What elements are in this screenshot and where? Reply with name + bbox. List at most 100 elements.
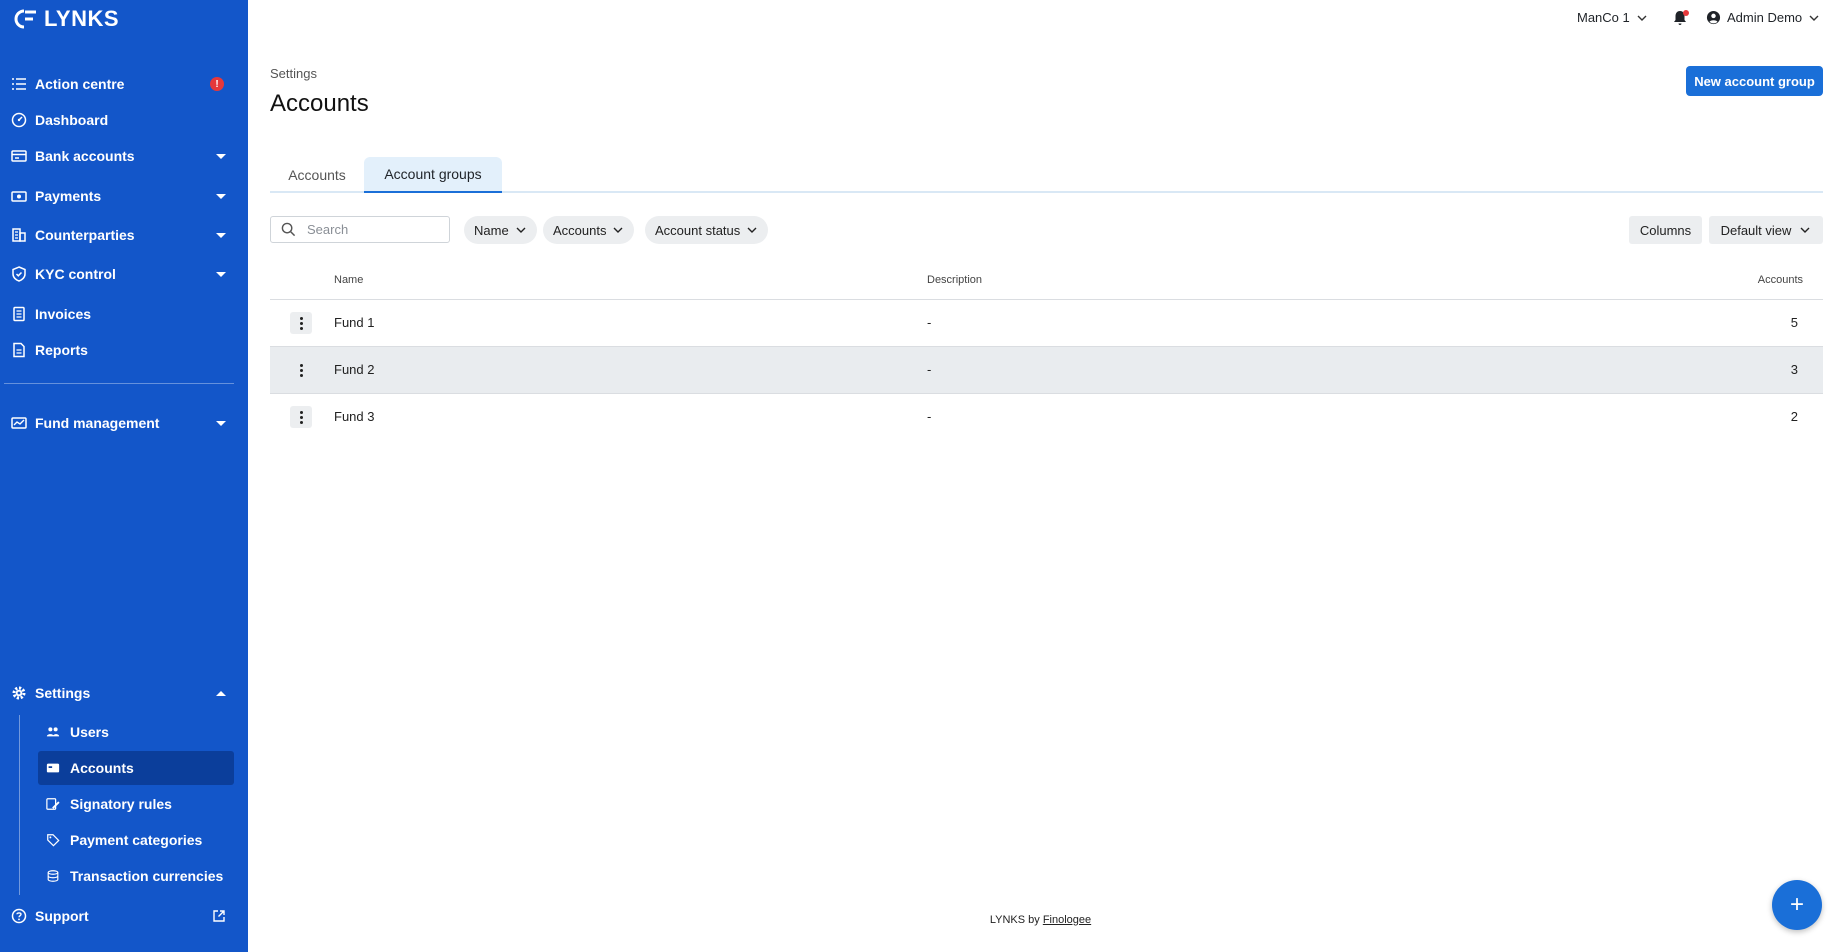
brand-name: LYNKS [44,6,120,31]
buildings-icon [10,226,28,244]
users-icon [45,724,61,740]
sidebar-subitem-label: Users [70,724,109,740]
sidebar-item-invoices[interactable]: Invoices [0,298,248,330]
chevron-down-icon[interactable] [216,191,226,201]
sidebar-item-label: Action centre [35,76,125,92]
table-row[interactable]: Fund 1 - 5 [270,300,1823,347]
sidebar-item-label: Invoices [35,306,92,322]
column-header-accounts[interactable]: Accounts [1758,274,1803,286]
footer-text: LYNKS by [989,914,1040,926]
alert-badge: ! [210,77,224,91]
signature-icon [45,796,61,812]
columns-button[interactable]: Columns [1629,216,1702,244]
cell-name: Fund 3 [334,409,375,424]
columns-label: Columns [1639,222,1692,238]
add-fab-button[interactable]: + [1772,880,1822,930]
money-icon [10,187,28,205]
company-switcher[interactable]: ManCo 1 [1577,10,1648,25]
filter-label: Account status [655,222,741,238]
sidebar-item-label: Dashboard [35,112,109,128]
gear-icon [10,684,28,702]
filter-name[interactable]: Name [464,216,537,244]
cell-description: - [927,315,932,330]
user-name: Admin Demo [1727,10,1803,25]
sidebar-item-label: KYC control [35,266,116,282]
chevron-up-icon[interactable] [216,688,226,698]
search-input[interactable] [307,220,445,239]
table-row[interactable]: Fund 3 - 2 [270,394,1823,441]
bank-card-icon [10,147,28,165]
filter-label: Name [474,222,509,238]
notification-dot [1683,10,1689,16]
finologee-link[interactable]: Finologee [1043,914,1091,926]
submenu-line [19,715,20,895]
column-header-description[interactable]: Description [927,274,982,286]
fund-icon [10,414,28,432]
chevron-down-icon[interactable] [216,230,226,240]
sidebar-item-label: Fund management [35,415,160,431]
view-label: Default view [1720,222,1792,238]
sidebar-subitem-label: Transaction currencies [70,868,224,884]
row-menu-icon[interactable] [290,359,312,381]
sidebar-item-bank-accounts[interactable]: Bank accounts [0,140,248,172]
user-avatar-icon [1706,10,1721,25]
sidebar-item-fund-management[interactable]: Fund management [0,407,248,439]
sidebar-item-counterparties[interactable]: Counterparties [0,219,248,251]
filter-accounts[interactable]: Accounts [543,216,635,244]
list-check-icon [10,75,28,93]
row-menu-icon[interactable] [290,406,312,428]
sidebar-item-payments[interactable]: Payments [0,180,248,212]
column-header-name[interactable]: Name [334,274,363,286]
row-menu-icon[interactable] [290,312,312,334]
sidebar-item-label: Reports [35,342,88,358]
user-menu[interactable]: Admin Demo [1706,10,1820,25]
sidebar: LYNKS Action centre ! Dashboard Bank acc… [0,0,248,952]
filter-label: Accounts [553,222,607,238]
company-name: ManCo 1 [1577,10,1630,25]
sidebar-subitem-accounts[interactable]: Accounts [38,751,234,785]
lynks-logo-icon [14,9,36,29]
sidebar-item-dashboard[interactable]: Dashboard [0,104,248,136]
sidebar-item-reports[interactable]: Reports [0,334,248,366]
sidebar-item-kyc-control[interactable]: KYC control [0,258,248,290]
tab-account-groups[interactable]: Account groups [364,157,502,193]
chevron-down-icon[interactable] [216,269,226,279]
tag-icon [45,832,61,848]
chevron-down-icon [747,227,757,233]
chevron-down-icon [1809,15,1819,21]
cell-accounts: 2 [1790,409,1798,424]
search-box [270,216,450,243]
sidebar-item-label: Bank accounts [35,148,135,164]
sidebar-subitem-label: Accounts [70,760,134,776]
chevron-down-icon [1800,227,1810,233]
table-row[interactable]: Fund 2 - 3 [270,347,1823,394]
view-select[interactable]: Default view [1709,216,1823,244]
sidebar-subitem-transaction-currencies[interactable]: Transaction currencies [38,859,234,893]
shield-check-icon [10,265,28,283]
brand-logo[interactable]: LYNKS [12,6,119,32]
sidebar-item-label: Payments [35,188,102,204]
chevron-down-icon[interactable] [216,151,226,161]
search-icon [281,222,296,237]
sidebar-subitem-users[interactable]: Users [38,715,234,749]
sidebar-item-settings[interactable]: Settings [0,677,248,709]
cell-name: Fund 1 [334,315,375,330]
sidebar-subitem-signatory-rules[interactable]: Signatory rules [38,787,234,821]
chevron-down-icon [613,227,623,233]
chevron-down-icon[interactable] [216,418,226,428]
sidebar-item-action-centre[interactable]: Action centre ! [0,68,248,100]
sidebar-subitem-label: Signatory rules [70,796,172,812]
chevron-down-icon [516,227,526,233]
sidebar-subitem-payment-categories[interactable]: Payment categories [38,823,234,857]
coins-icon [45,868,61,884]
footer: LYNKS by Finologee [0,914,1833,926]
chevron-down-icon [1637,15,1647,21]
tab-accounts[interactable]: Accounts [270,157,364,193]
new-account-group-button[interactable]: New account group [1686,66,1823,96]
cell-accounts: 5 [1790,315,1798,330]
breadcrumb[interactable]: Settings [270,66,317,81]
filter-account-status[interactable]: Account status [645,216,769,244]
page-title: Accounts [270,90,369,117]
sidebar-divider [4,383,234,384]
cell-description: - [927,362,932,377]
